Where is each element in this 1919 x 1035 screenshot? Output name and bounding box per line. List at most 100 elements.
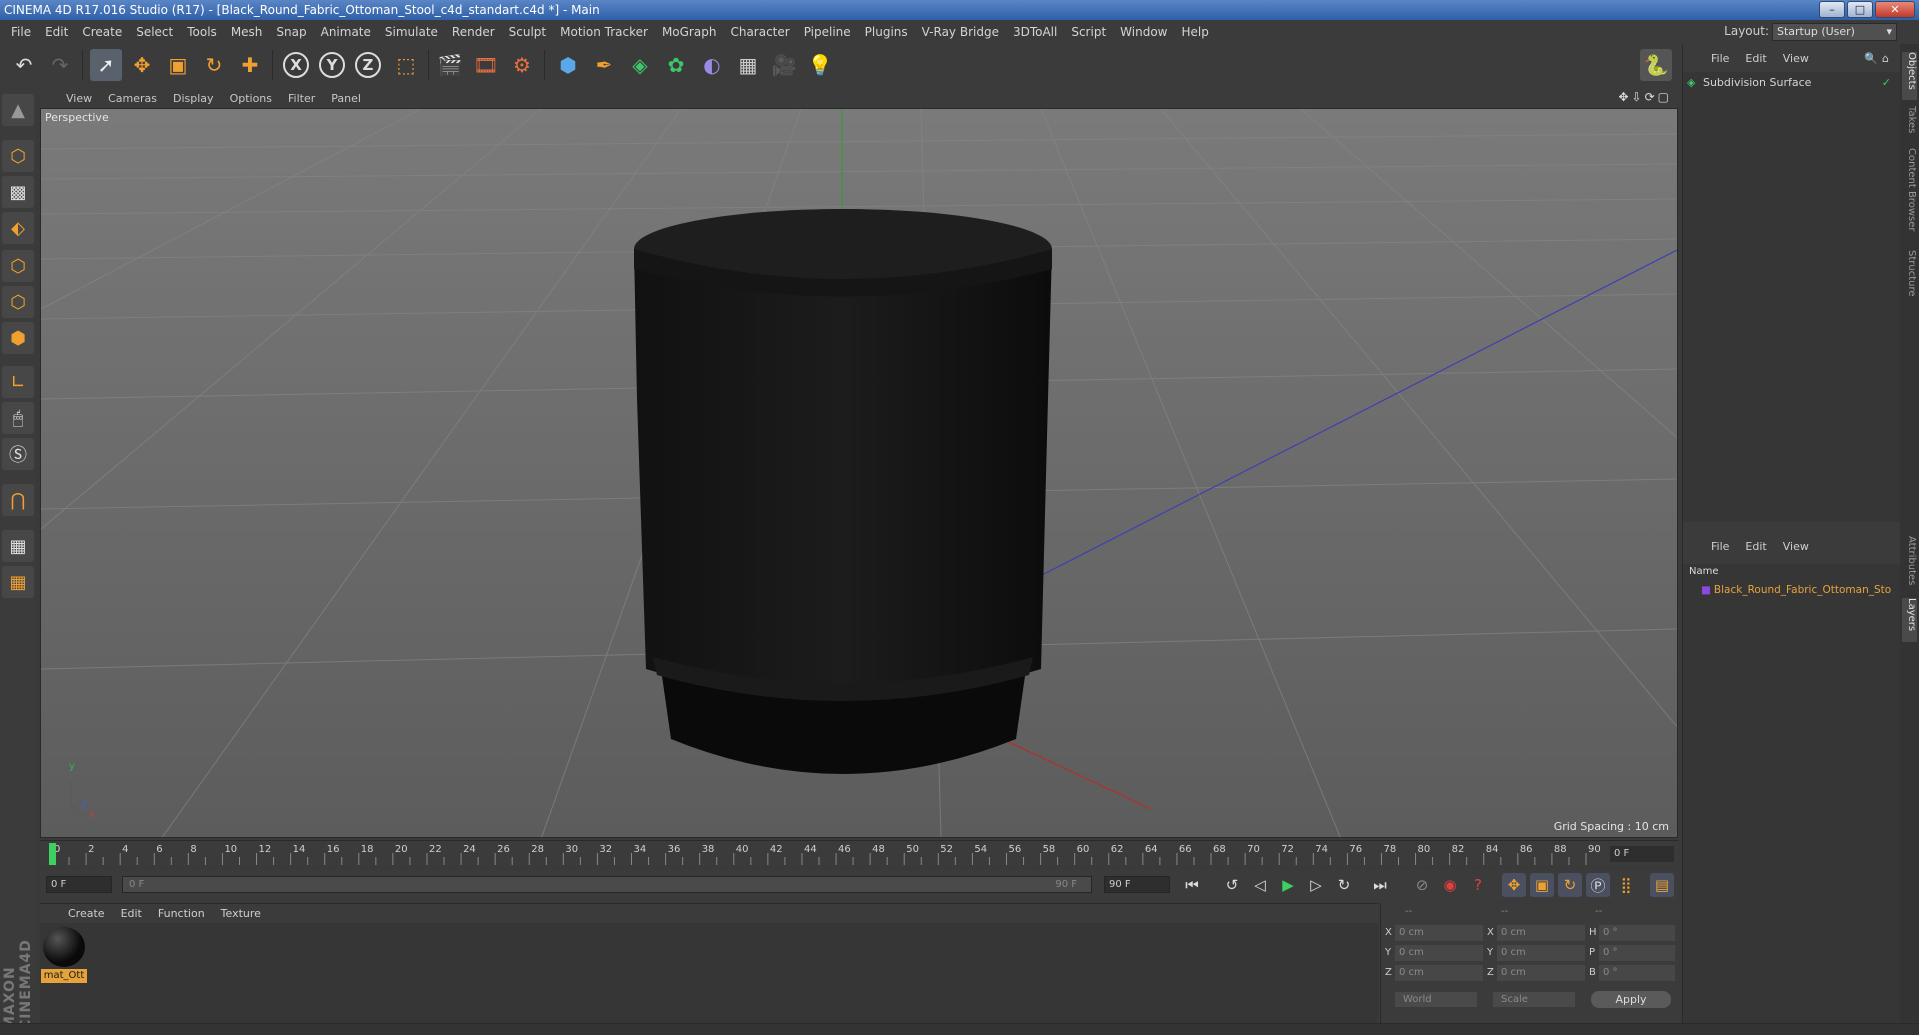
- workplane-mode-icon[interactable]: ⬖: [2, 212, 34, 244]
- objects-menu-view[interactable]: View: [1775, 52, 1817, 65]
- autokey-icon[interactable]: ◉: [1438, 873, 1462, 897]
- tab-takes[interactable]: Takes: [1902, 106, 1917, 142]
- size-z-field[interactable]: 0 cm: [1497, 965, 1585, 981]
- viewport-menu-display[interactable]: Display: [165, 92, 222, 105]
- viewport-menu-filter[interactable]: Filter: [280, 92, 323, 105]
- menu-file[interactable]: File: [4, 25, 38, 39]
- menu-edit[interactable]: Edit: [38, 25, 75, 39]
- texture-mode-icon[interactable]: ▩: [2, 176, 34, 208]
- object-row-subdivision-surface[interactable]: ◈ Subdivision Surface ✓: [1687, 76, 1897, 92]
- material-swatch[interactable]: [43, 927, 85, 967]
- layers-menu-file[interactable]: File: [1703, 540, 1737, 553]
- play-icon[interactable]: ▶: [1276, 873, 1300, 897]
- points-mode-icon[interactable]: ⬡: [2, 250, 34, 282]
- frame-range-slider[interactable]: 0 F 90 F: [122, 876, 1092, 893]
- keyframe-selection-icon[interactable]: ?: [1466, 873, 1490, 897]
- undo-icon[interactable]: ↶: [8, 49, 40, 81]
- mograph-cloner-icon[interactable]: ✿: [660, 49, 692, 81]
- maximize-button[interactable]: □: [1847, 1, 1873, 18]
- layers-menu-view[interactable]: View: [1775, 540, 1817, 553]
- rotation-b-field[interactable]: 0 °: [1599, 965, 1675, 981]
- light-icon[interactable]: 💡: [804, 49, 836, 81]
- menu-script[interactable]: Script: [1064, 25, 1113, 39]
- menu-plugins[interactable]: Plugins: [858, 25, 915, 39]
- tab-objects[interactable]: Objects: [1902, 52, 1917, 100]
- menu-create[interactable]: Create: [75, 25, 129, 39]
- key-rotation-icon[interactable]: ↻: [1558, 873, 1582, 897]
- menu-animate[interactable]: Animate: [314, 25, 378, 39]
- spline-pen-icon[interactable]: ✒: [588, 49, 620, 81]
- planar-workplane-icon[interactable]: ▦: [2, 566, 34, 598]
- menu-window[interactable]: Window: [1113, 25, 1174, 39]
- rotation-h-field[interactable]: 0 °: [1599, 925, 1675, 941]
- axis-mode-icon[interactable]: ∟: [2, 366, 34, 398]
- tab-layers[interactable]: Layers: [1902, 598, 1917, 642]
- render-picture-viewer-icon[interactable]: 🎞: [470, 49, 502, 81]
- menu-sculpt[interactable]: Sculpt: [502, 25, 553, 39]
- locked-workplane-icon[interactable]: ▦: [2, 530, 34, 562]
- objects-search-icon[interactable]: 🔍⌂: [1864, 52, 1893, 65]
- position-y-field[interactable]: 0 cm: [1395, 945, 1483, 961]
- redo-icon[interactable]: ↷: [44, 49, 76, 81]
- menu-render[interactable]: Render: [445, 25, 502, 39]
- polygons-mode-icon[interactable]: ⬢: [2, 322, 34, 354]
- layers-menu-edit[interactable]: Edit: [1737, 540, 1774, 553]
- object-enabled-check-icon[interactable]: ✓: [1882, 76, 1891, 89]
- start-frame-field[interactable]: 0 F: [46, 876, 112, 893]
- rotation-p-field[interactable]: 0 °: [1599, 945, 1675, 961]
- minimize-button[interactable]: –: [1819, 1, 1845, 18]
- next-key-icon[interactable]: ↻: [1332, 873, 1356, 897]
- previous-key-icon[interactable]: ↺: [1220, 873, 1244, 897]
- edges-mode-icon[interactable]: ⬡: [2, 286, 34, 318]
- deformer-icon[interactable]: ◐: [696, 49, 728, 81]
- magnet-icon[interactable]: ⋂: [2, 484, 34, 516]
- move-icon[interactable]: ✥: [126, 49, 158, 81]
- size-x-field[interactable]: 0 cm: [1497, 925, 1585, 941]
- floor-icon[interactable]: ▦: [732, 49, 764, 81]
- objects-menu-edit[interactable]: Edit: [1737, 52, 1774, 65]
- menu-mograph[interactable]: MoGraph: [655, 25, 724, 39]
- transform-icon[interactable]: ✚: [234, 49, 266, 81]
- menu-simulate[interactable]: Simulate: [378, 25, 445, 39]
- timeline-ruler[interactable]: 0 2 4 6 8 10 12 14 16 18 20 22 24 26 28 30 32 34 36 38 40 42 4…: [40, 840, 1678, 866]
- menu-pipeline[interactable]: Pipeline: [797, 25, 858, 39]
- tweak-mode-icon[interactable]: 🖱: [2, 402, 34, 434]
- z-axis-icon[interactable]: Z: [352, 49, 384, 81]
- apply-button[interactable]: Apply: [1591, 991, 1671, 1008]
- material-menu-function[interactable]: Function: [150, 907, 213, 920]
- coordinate-mode-select[interactable]: Scale: [1493, 992, 1575, 1007]
- go-to-start-icon[interactable]: ⏮: [1180, 873, 1204, 897]
- current-frame-field[interactable]: 0 F: [1610, 846, 1674, 862]
- render-view-icon[interactable]: 🎬: [434, 49, 466, 81]
- model-mode-icon[interactable]: ⬡: [2, 140, 34, 172]
- key-position-icon[interactable]: ✥: [1502, 873, 1526, 897]
- menu-3dtoall[interactable]: 3DToAll: [1006, 25, 1064, 39]
- cube-primitive-icon[interactable]: ⬢: [552, 49, 584, 81]
- close-button[interactable]: ✕: [1875, 1, 1915, 18]
- timeline-window-icon[interactable]: ▤: [1650, 873, 1674, 897]
- material-menu-create[interactable]: Create: [60, 907, 113, 920]
- coordinate-system-icon[interactable]: ⬚: [390, 49, 422, 81]
- go-to-end-icon[interactable]: ⏭: [1368, 873, 1392, 897]
- menu-snap[interactable]: Snap: [269, 25, 313, 39]
- camera-icon[interactable]: 🎥: [768, 49, 800, 81]
- rotate-icon[interactable]: ↻: [198, 49, 230, 81]
- menu-vray-bridge[interactable]: V-Ray Bridge: [915, 25, 1006, 39]
- menu-help[interactable]: Help: [1174, 25, 1215, 39]
- key-parameter-icon[interactable]: Ⓟ: [1586, 873, 1610, 897]
- layout-select[interactable]: Startup (User) ▾: [1772, 23, 1897, 41]
- subdivision-icon[interactable]: ◈: [624, 49, 656, 81]
- menu-character[interactable]: Character: [723, 25, 796, 39]
- size-y-field[interactable]: 0 cm: [1497, 945, 1585, 961]
- viewport-menu-options[interactable]: Options: [222, 92, 280, 105]
- material-name-label[interactable]: mat_Ott: [41, 969, 87, 983]
- previous-frame-icon[interactable]: ◁: [1248, 873, 1272, 897]
- menu-mesh[interactable]: Mesh: [224, 25, 270, 39]
- material-menu-texture[interactable]: Texture: [213, 907, 269, 920]
- record-keys-icon[interactable]: ⊘: [1410, 873, 1434, 897]
- viewport-menu-view[interactable]: View: [58, 92, 100, 105]
- menu-motion-tracker[interactable]: Motion Tracker: [553, 25, 655, 39]
- end-frame-field[interactable]: 90 F: [1104, 876, 1170, 893]
- viewport-nav-icons[interactable]: ✥⇩⟳▢: [1618, 90, 1672, 104]
- key-pla-icon[interactable]: ⣿: [1614, 873, 1638, 897]
